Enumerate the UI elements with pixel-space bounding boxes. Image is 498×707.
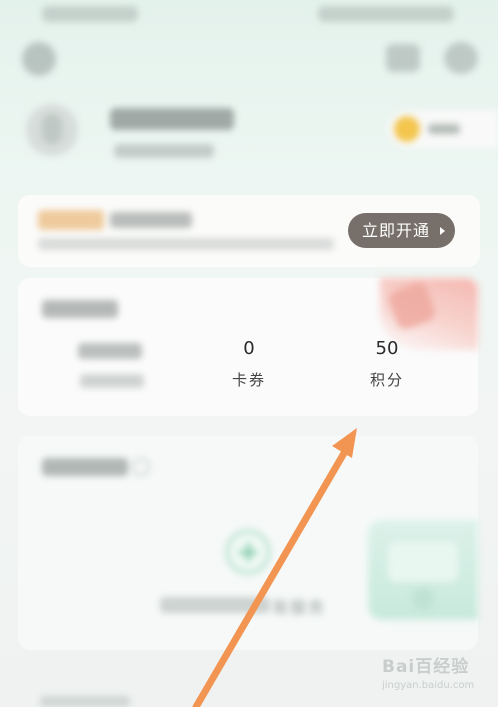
arrow-shaft: [192, 444, 351, 707]
watermark-url: jingyan.baidu.com: [382, 680, 475, 691]
watermark-brand: Bai百经验: [382, 657, 470, 677]
annotation-arrow: [192, 428, 357, 707]
arrow-head: [332, 428, 357, 458]
baidu-jingyan-watermark: Bai百经验 jingyan.baidu.com: [382, 652, 492, 698]
